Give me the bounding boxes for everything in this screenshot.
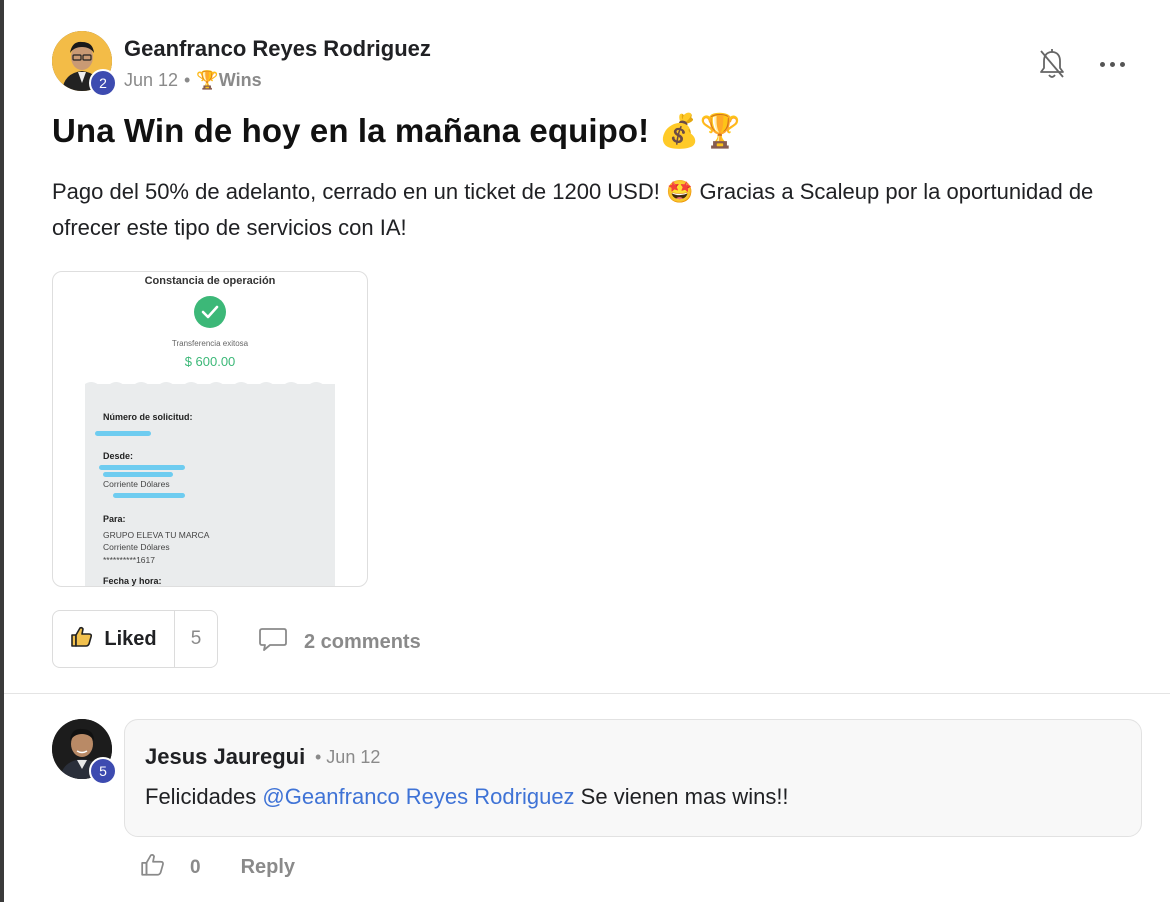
comment-mention[interactable]: @Geanfranco Reyes Rodriguez: [262, 784, 574, 809]
author-level-badge: 2: [89, 69, 117, 97]
bell-off-icon[interactable]: [1038, 48, 1066, 80]
more-options-icon[interactable]: [1096, 52, 1128, 76]
post-date[interactable]: Jun 12: [124, 70, 178, 91]
trophy-icon: 🏆: [196, 70, 219, 90]
thumbs-up-icon[interactable]: [140, 852, 166, 883]
receipt-to-account-number: **********1617: [103, 555, 155, 565]
receipt-from-label: Desde:: [103, 451, 134, 461]
meta-separator: •: [184, 70, 191, 90]
check-icon: [194, 296, 226, 328]
redaction-scribble: [113, 493, 185, 498]
comment-actions: 0 Reply: [140, 852, 295, 883]
comment-bubble: Jesus Jauregui • Jun 12 Felicidades @Gea…: [124, 719, 1142, 837]
receipt-status: Transferencia exitosa: [171, 339, 249, 348]
redaction-scribble: [103, 472, 173, 477]
receipt-to-name: GRUPO ELEVA TU MARCA: [103, 530, 210, 540]
comments-link[interactable]: 2 comments: [258, 626, 421, 658]
thumbs-up-icon: [70, 625, 94, 654]
receipt-from-account-type: Corriente Dólares: [103, 479, 170, 489]
reply-button[interactable]: Reply: [241, 856, 295, 879]
receipt-title: Constancia de operación: [144, 275, 276, 287]
post-title: Una Win de hoy en la mañana equipo! 💰🏆: [52, 112, 741, 149]
comment-text: Felicidades @Geanfranco Reyes Rodriguez …: [145, 784, 789, 810]
receipt-request-label: Número de solicitud:: [103, 412, 193, 422]
receipt-date-label: Fecha y hora:: [103, 576, 162, 586]
post-category-label: Wins: [218, 70, 262, 90]
receipt-to-account-type: Corriente Dólares: [103, 542, 170, 552]
comment-text-prefix: Felicidades: [145, 784, 263, 809]
liked-toggle[interactable]: Liked: [53, 611, 175, 667]
like-button-label: Liked: [104, 627, 157, 650]
receipt-to-label: Para:: [103, 514, 126, 524]
redaction-scribble: [95, 431, 151, 436]
section-divider: [4, 693, 1170, 694]
post-category[interactable]: 🏆Wins: [196, 70, 261, 91]
post-image-receipt[interactable]: Constancia de operación Transferencia ex…: [52, 271, 368, 587]
commenter-level-badge: 5: [89, 757, 117, 785]
comment-like-count: 0: [190, 856, 201, 878]
post-author-name[interactable]: Geanfranco Reyes Rodriguez: [124, 36, 431, 62]
post-body: Pago del 50% de adelanto, cerrado en un …: [52, 179, 1094, 240]
like-button[interactable]: Liked 5: [52, 610, 218, 668]
receipt-amount: $ 600.00: [184, 354, 236, 369]
comment-text-suffix: Se vienen mas wins!!: [574, 784, 789, 809]
comment-author-name[interactable]: Jesus Jauregui: [145, 744, 305, 770]
post-meta: Jun 12 • 🏆Wins: [124, 70, 262, 91]
window-edge: [0, 0, 4, 902]
redaction-scribble: [99, 465, 185, 470]
comments-count-label: 2 comments: [304, 630, 421, 653]
comment-icon: [258, 626, 288, 658]
like-count[interactable]: 5: [175, 628, 217, 650]
comment-time: • Jun 12: [315, 747, 381, 767]
